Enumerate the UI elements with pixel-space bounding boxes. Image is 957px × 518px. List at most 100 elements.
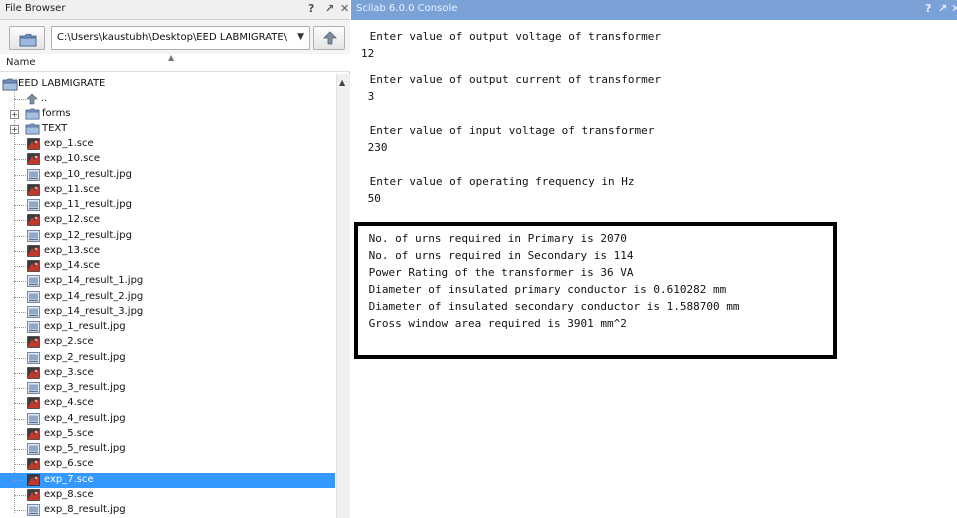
undock-icon[interactable]: ↗	[325, 2, 334, 15]
tree-connector	[14, 311, 26, 313]
image-file-icon	[27, 275, 40, 288]
scilab-script-icon	[27, 458, 40, 471]
console-output-line: Diameter of insulated primary conductor …	[362, 283, 727, 296]
tree-folder-text[interactable]: + TEXT	[0, 122, 335, 137]
chevron-down-icon[interactable]: ▼	[297, 32, 304, 42]
tree-connector	[14, 159, 26, 161]
tree-connector	[14, 205, 26, 206]
scilab-console-panel[interactable]: Scilab 6.0.0 Console ? ↗ ✕ Enter value o…	[351, 0, 957, 518]
scilab-script-icon	[27, 183, 40, 196]
tree-connector	[14, 388, 26, 389]
tree-file-label: exp_7.sce	[44, 473, 94, 485]
scilab-script-icon	[27, 214, 40, 227]
scilab-script-icon	[27, 427, 40, 440]
tree-connector	[14, 296, 26, 298]
console-input-line: 3	[361, 90, 375, 103]
tree-file-item[interactable]: exp_8_result.jpg	[0, 503, 335, 518]
scilab-script-icon	[27, 336, 40, 349]
tree-file-item[interactable]: exp_4.sce	[0, 396, 335, 411]
tree-connector	[14, 189, 26, 191]
help-icon[interactable]: ?	[925, 2, 931, 15]
tree-connector	[14, 418, 26, 420]
tree-file-item[interactable]: exp_13.sce	[0, 244, 335, 259]
path-input[interactable]: C:\Users\kaustubh\Desktop\EED LABMIGRATE…	[57, 32, 287, 43]
tree-file-item[interactable]: exp_12.sce	[0, 213, 335, 228]
tree-root-folder[interactable]: EED LABMIGRATE	[0, 77, 335, 92]
tree-file-item[interactable]: exp_3_result.jpg	[0, 381, 335, 396]
tree-file-item[interactable]: exp_6.sce	[0, 457, 335, 472]
console-title: Scilab 6.0.0 Console	[356, 3, 458, 14]
tree-file-item[interactable]: exp_10.sce	[0, 152, 335, 167]
tree-file-label: exp_2_result.jpg	[44, 351, 126, 363]
image-file-icon	[27, 199, 40, 211]
console-output-line: Diameter of insulated secondary conducto…	[362, 300, 740, 313]
tree-file-item[interactable]: exp_1_result.jpg	[0, 320, 335, 335]
console-prompt-line: Enter value of output voltage of transfo…	[363, 30, 662, 43]
scilab-script-icon	[27, 153, 40, 166]
undock-icon[interactable]: ↗	[938, 2, 947, 15]
select-folder-button[interactable]	[9, 26, 45, 50]
tree-connector	[14, 327, 26, 328]
tree-folder-forms[interactable]: + forms	[0, 107, 335, 122]
expand-icon[interactable]: +	[10, 125, 19, 134]
console-output-line: Power Rating of the transformer is 36 VA	[362, 266, 634, 279]
tree-file-item[interactable]: exp_11_result.jpg	[0, 198, 335, 213]
tree-connector	[14, 250, 26, 252]
image-file-icon	[27, 229, 40, 242]
tree-file-label: exp_8_result.jpg	[44, 504, 126, 515]
column-header[interactable]: Name ▲	[0, 53, 350, 72]
tree-file-label: exp_5_result.jpg	[44, 443, 126, 454]
image-file-icon	[27, 382, 40, 394]
tree-file-item[interactable]: exp_2_result.jpg	[0, 351, 335, 366]
tree-file-item[interactable]: exp_14_result_3.jpg	[0, 305, 335, 320]
tree-file-item[interactable]: exp_11.sce	[0, 183, 335, 198]
scilab-script-icon	[27, 366, 40, 379]
image-file-icon	[27, 443, 40, 455]
tree-file-label: exp_8.sce	[44, 488, 94, 500]
tree-connector	[14, 449, 26, 450]
expand-icon[interactable]: +	[10, 110, 19, 119]
tree-file-item[interactable]: exp_7.sce	[0, 472, 335, 488]
tree-parent-item[interactable]: ..	[0, 92, 335, 107]
arrow-up-icon	[26, 93, 38, 108]
tree-file-item[interactable]: exp_12_result.jpg	[0, 229, 335, 244]
tree-connector	[14, 403, 26, 405]
close-icon[interactable]: ✕	[340, 2, 349, 15]
help-icon[interactable]: ?	[308, 2, 314, 15]
go-to-parent-button[interactable]	[313, 26, 345, 50]
tree-file-item[interactable]: exp_14.sce	[0, 259, 335, 274]
tree-file-item[interactable]: exp_4_result.jpg	[0, 412, 335, 427]
scroll-up-arrow-icon[interactable]: ▲	[339, 78, 345, 87]
console-output-line: Gross window area required is 3901 mm^2	[362, 317, 627, 330]
path-combobox[interactable]: C:\Users\kaustubh\Desktop\EED LABMIGRATE…	[51, 26, 310, 50]
tree-folder-label: TEXT	[42, 123, 68, 134]
close-icon[interactable]: ✕	[951, 2, 957, 15]
tree-file-item[interactable]: exp_1.sce	[0, 137, 335, 152]
tree-file-item[interactable]: exp_3.sce	[0, 366, 335, 381]
tree-parent-label: ..	[41, 93, 48, 104]
tree-file-item[interactable]: exp_5.sce	[0, 427, 335, 442]
image-file-icon	[27, 504, 40, 516]
console-output-line: No. of urns required in Primary is 2070	[362, 232, 627, 245]
tree-file-item[interactable]: exp_14_result_1.jpg	[0, 274, 335, 289]
tree-file-item[interactable]: exp_10_result.jpg	[0, 168, 335, 183]
tree-file-label: exp_3_result.jpg	[44, 382, 126, 393]
folder-icon	[19, 32, 37, 51]
tree-root-label: EED LABMIGRATE	[18, 78, 106, 89]
file-tree-scrollbar[interactable]: ▲	[336, 74, 350, 518]
tree-file-label: exp_10_result.jpg	[44, 168, 132, 180]
tree-file-label: exp_1_result.jpg	[44, 321, 126, 332]
tree-file-item[interactable]: exp_14_result_2.jpg	[0, 290, 335, 305]
file-browser-title: File Browser	[5, 3, 66, 14]
tree-file-label: exp_5.sce	[44, 427, 94, 439]
folder-icon	[25, 108, 40, 123]
tree-file-label: exp_10.sce	[44, 153, 101, 165]
tree-file-label: exp_6.sce	[44, 458, 94, 470]
console-input-line: 50	[361, 192, 381, 205]
tree-connector	[14, 281, 26, 283]
tree-file-item[interactable]: exp_8.sce	[0, 488, 335, 503]
tree-connector	[14, 433, 26, 435]
tree-file-label: exp_11.sce	[44, 183, 101, 195]
tree-file-item[interactable]: exp_2.sce	[0, 335, 335, 350]
tree-file-item[interactable]: exp_5_result.jpg	[0, 442, 335, 457]
